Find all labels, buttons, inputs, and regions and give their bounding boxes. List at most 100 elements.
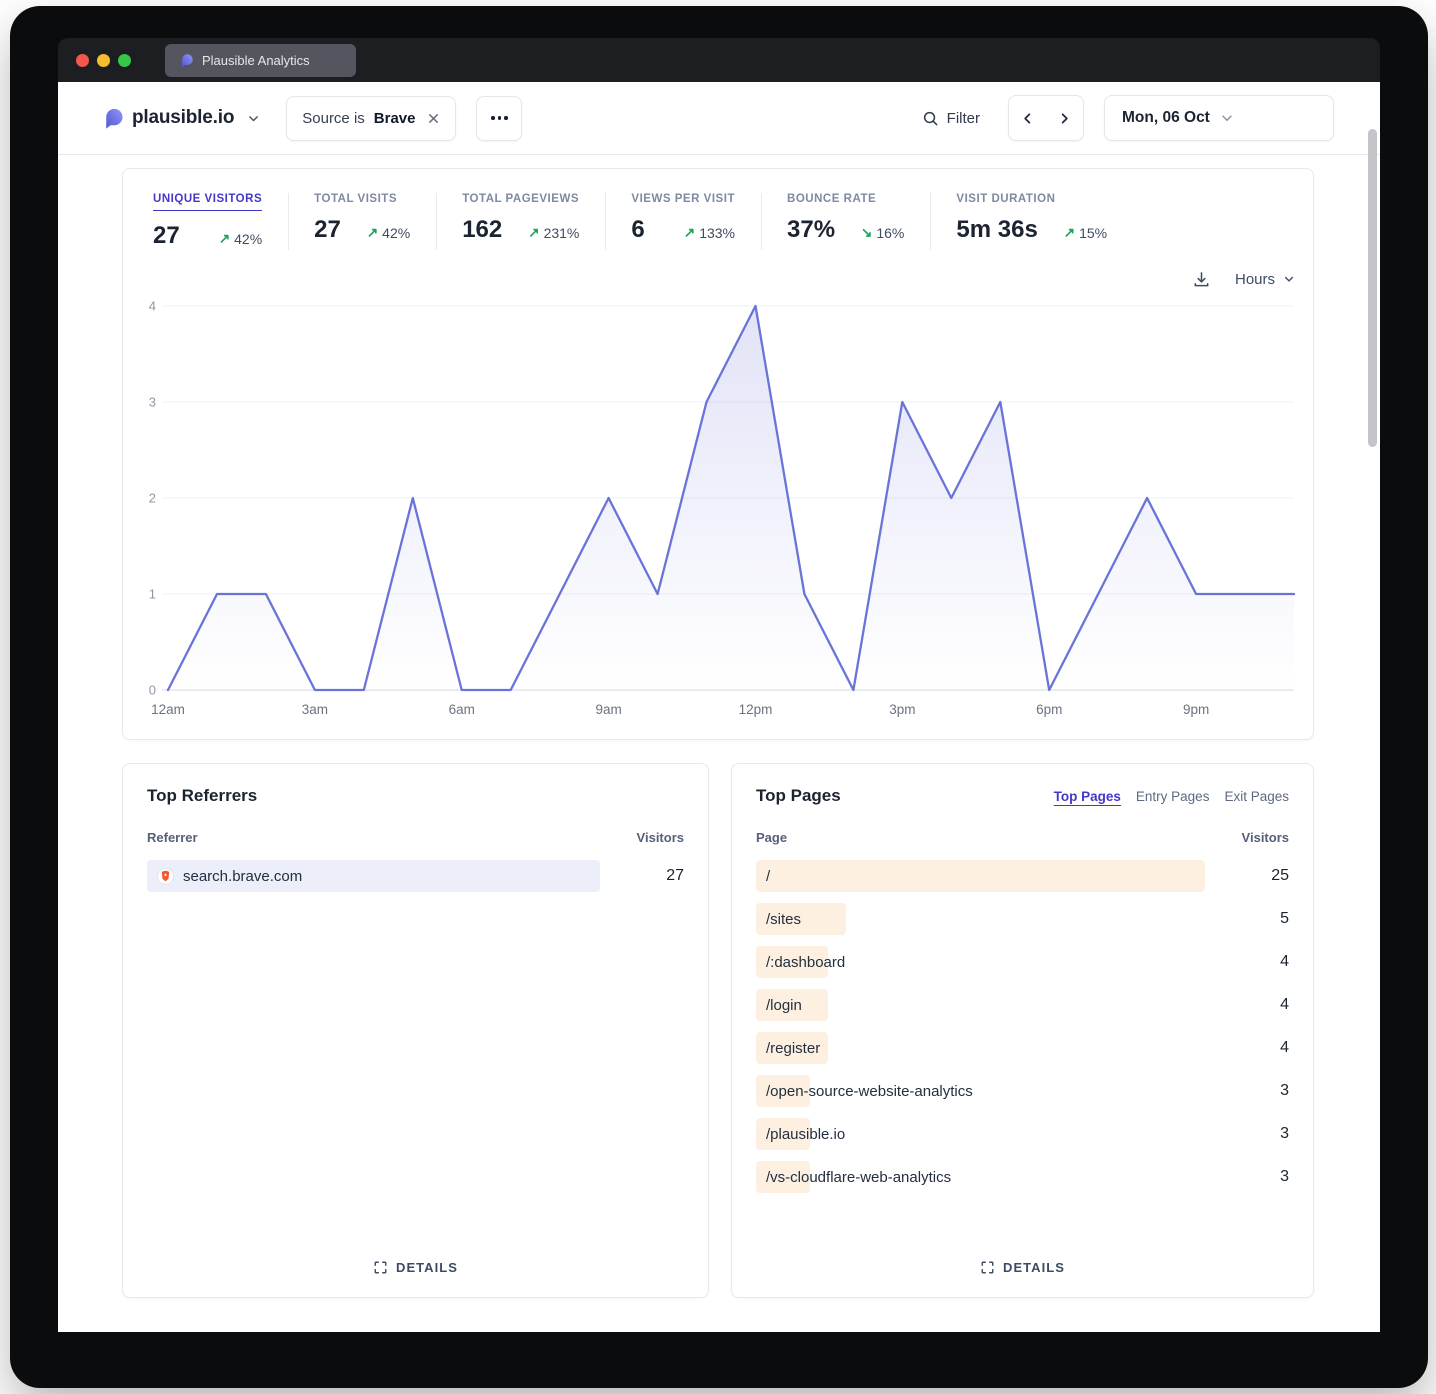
tab-exit-pages[interactable]: Exit Pages: [1224, 789, 1289, 804]
stat-visit-duration[interactable]: VISIT DURATION5m 36s↗15%: [930, 193, 1133, 250]
stat-label: BOUNCE RATE: [787, 193, 904, 205]
traffic-lights: [76, 54, 131, 67]
tab-top-pages[interactable]: Top Pages: [1054, 789, 1121, 804]
row-link[interactable]: search.brave.com: [147, 860, 684, 892]
row-label-text: /sites: [766, 911, 801, 928]
app-header: plausible.io Source is Brave Filter: [58, 82, 1380, 155]
row-link[interactable]: /:dashboard: [756, 946, 1289, 978]
remove-filter-icon[interactable]: [427, 112, 440, 125]
zoom-window-button[interactable]: [118, 54, 131, 67]
stat-change: ↗133%: [684, 225, 735, 241]
pages-tabs: Top Pages Entry Pages Exit Pages: [1054, 789, 1289, 804]
stat-change: ↗42%: [219, 231, 262, 247]
row-link[interactable]: /open-source-website-analytics: [756, 1075, 1289, 1107]
stat-value: 5m 36s: [956, 216, 1037, 244]
arrow-down-right-icon: ↘: [861, 225, 872, 241]
breakdown-row: /25: [756, 860, 1289, 892]
export-download-icon[interactable]: [1192, 270, 1211, 289]
pages-details-button[interactable]: DETAILS: [980, 1260, 1065, 1275]
x-axis-tick-label: 3pm: [889, 702, 915, 717]
y-axis-tick-label: 0: [149, 683, 156, 698]
stat-change-value: 42%: [382, 225, 410, 241]
row-link[interactable]: /vs-cloudflare-web-analytics: [756, 1161, 1289, 1193]
row-visitors-value: 3: [1280, 1118, 1289, 1150]
date-nav-arrows: [1008, 95, 1084, 141]
interval-dropdown[interactable]: Hours: [1235, 271, 1295, 288]
date-picker[interactable]: Mon, 06 Oct: [1104, 95, 1334, 141]
stat-bounce-rate[interactable]: BOUNCE RATE37%↘16%: [761, 193, 930, 250]
stat-total-pageviews[interactable]: TOTAL PAGEVIEWS162↗231%: [436, 193, 605, 250]
arrow-up-right-icon: ↗: [367, 225, 378, 241]
stat-change-value: 133%: [699, 225, 735, 241]
row-label-text: search.brave.com: [183, 868, 302, 885]
browser-tab-title: Plausible Analytics: [202, 53, 310, 68]
stat-views-per-visit[interactable]: VIEWS PER VISIT6↗133%: [605, 193, 761, 250]
expand-icon: [980, 1260, 995, 1275]
filter-button-label: Filter: [947, 110, 980, 127]
plausible-logo-icon: [178, 53, 193, 68]
details-label: DETAILS: [1003, 1260, 1065, 1275]
stat-unique-visitors[interactable]: UNIQUE VISITORS27↗42%: [153, 193, 288, 250]
filter-chip-prefix: Source is: [302, 110, 365, 127]
row-label-text: /:dashboard: [766, 954, 845, 971]
row-label-text: /vs-cloudflare-web-analytics: [766, 1169, 951, 1186]
details-label: DETAILS: [396, 1260, 458, 1275]
arrow-up-right-icon: ↗: [528, 225, 539, 241]
brave-favicon: [157, 868, 174, 885]
site-name: plausible.io: [132, 107, 234, 129]
row-link[interactable]: /: [756, 860, 1289, 892]
y-axis-tick-label: 1: [149, 587, 156, 602]
stat-label: UNIQUE VISITORS: [153, 193, 262, 211]
x-axis-tick-label: 6am: [449, 702, 475, 717]
x-axis-tick-label: 9pm: [1183, 702, 1209, 717]
vertical-scrollbar-thumb[interactable]: [1368, 129, 1377, 447]
expand-icon: [373, 1260, 388, 1275]
top-referrers-title: Top Referrers: [147, 786, 257, 806]
chart-controls: Hours: [123, 264, 1313, 294]
stat-change-value: 42%: [234, 231, 262, 247]
x-axis-tick-label: 6pm: [1036, 702, 1062, 717]
y-axis-tick-label: 2: [149, 491, 156, 506]
row-visitors-value: 4: [1280, 989, 1289, 1021]
row-link[interactable]: /login: [756, 989, 1289, 1021]
search-icon: [922, 110, 939, 127]
visitors-column-header: Visitors: [1242, 830, 1289, 845]
arrow-up-right-icon: ↗: [1064, 225, 1075, 241]
breakdown-row: /sites5: [756, 903, 1289, 935]
next-period-button[interactable]: [1046, 96, 1083, 140]
chevron-down-icon: [1283, 273, 1295, 285]
stat-value: 37%: [787, 216, 835, 244]
filter-button[interactable]: Filter: [922, 110, 980, 127]
stat-change: ↗ 231%: [528, 225, 579, 241]
referrers-details-button[interactable]: DETAILS: [373, 1260, 458, 1275]
close-window-button[interactable]: [76, 54, 89, 67]
chevron-down-icon: [247, 112, 260, 125]
stat-change-value: 231%: [544, 225, 580, 241]
browser-window-frame: Plausible Analytics plausible.io Source …: [10, 6, 1428, 1388]
x-axis-tick-label: 12pm: [739, 702, 773, 717]
minimize-window-button[interactable]: [97, 54, 110, 67]
arrow-up-right-icon: ↗: [219, 231, 230, 247]
tab-entry-pages[interactable]: Entry Pages: [1136, 789, 1210, 804]
breakdown-row: /login 4: [756, 989, 1289, 1021]
browser-tab[interactable]: Plausible Analytics: [165, 44, 356, 77]
prev-period-button[interactable]: [1009, 96, 1046, 140]
stat-label: VIEWS PER VISIT: [631, 193, 735, 205]
row-visitors-value: 3: [1280, 1075, 1289, 1107]
row-label-text: /login: [766, 997, 802, 1014]
stat-value: 162: [462, 216, 502, 244]
referrer-rows: search.brave.com27: [147, 860, 684, 903]
breakdown-row: /plausible.io3: [756, 1118, 1289, 1150]
row-link[interactable]: /register: [756, 1032, 1289, 1064]
top-pages-card: Top Pages Top Pages Entry Pages Exit Pages…: [731, 763, 1314, 1298]
row-link[interactable]: /sites: [756, 903, 1289, 935]
stat-total-visits[interactable]: TOTAL VISITS27↗42%: [288, 193, 436, 250]
site-switcher[interactable]: plausible.io: [100, 107, 260, 130]
page-column-header: Page: [756, 830, 787, 845]
row-visitors-value: 25: [1271, 860, 1289, 892]
breakdown-row: /open-source-website-analytics3: [756, 1075, 1289, 1107]
more-filters-button[interactable]: [476, 96, 522, 141]
filter-chip-source[interactable]: Source is Brave: [286, 96, 456, 141]
referrer-column-header: Referrer: [147, 830, 198, 845]
row-link[interactable]: /plausible.io: [756, 1118, 1289, 1150]
